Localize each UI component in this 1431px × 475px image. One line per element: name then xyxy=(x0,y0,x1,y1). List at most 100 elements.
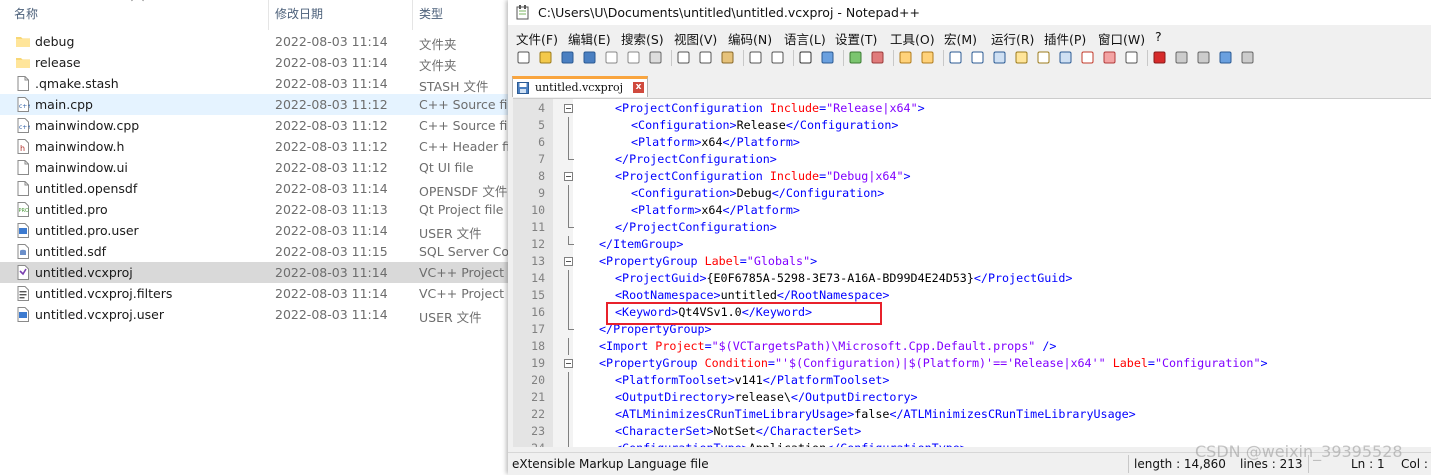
code-token-val: "Debug|x64" xyxy=(826,169,904,183)
fold-toggle-icon[interactable] xyxy=(564,359,573,368)
file-row[interactable]: h mainwindow.h 2022-08-03 11:12 C++ Header … xyxy=(0,136,520,157)
save-icon[interactable] xyxy=(560,50,575,65)
folder-workspace-icon[interactable] xyxy=(1102,50,1117,65)
file-row[interactable]: untitled.pro.user 2022-08-03 11:14 USER 文件 xyxy=(0,220,520,241)
code-line[interactable]: 20 <PlatformToolset>v141</PlatformToolset… xyxy=(513,372,1431,389)
file-date: 2022-08-03 11:12 xyxy=(275,97,388,112)
file-row[interactable]: release 2022-08-03 11:14 文件夹 xyxy=(0,52,520,73)
monitor-icon[interactable] xyxy=(1124,50,1139,65)
run-macro-multiple-icon[interactable] xyxy=(1218,50,1233,65)
open-file-icon[interactable] xyxy=(538,50,553,65)
code-line[interactable]: 14 <ProjectGuid>{E0F6785A-5298-3E73-A16A-… xyxy=(513,270,1431,287)
file-row[interactable]: untitled.vcxproj 2022-08-03 11:14 VC++ Pro… xyxy=(0,262,520,283)
line-number: 8 xyxy=(538,169,545,183)
code-line[interactable]: 19 <PropertyGroup Condition="'$(Configura… xyxy=(513,355,1431,372)
save-macro-icon[interactable] xyxy=(1240,50,1255,65)
code-token-txt: Release xyxy=(736,118,786,132)
code-line[interactable]: 8 <ProjectConfiguration Include="Debug|x6… xyxy=(513,168,1431,185)
sync-vertical-icon[interactable] xyxy=(898,50,913,65)
line-number: 17 xyxy=(531,322,545,336)
redo-icon[interactable] xyxy=(770,50,785,65)
copy-icon[interactable] xyxy=(698,50,713,65)
code-line[interactable]: 22 <ATLMinimizesCRunTimeLibraryUsage>fals… xyxy=(513,406,1431,423)
code-line[interactable]: 6 <Platform>x64</Platform> xyxy=(513,134,1431,151)
find-icon[interactable] xyxy=(798,50,813,65)
fold-end-marker xyxy=(568,236,574,245)
cut-icon[interactable] xyxy=(676,50,691,65)
fold-guide-line xyxy=(568,270,569,287)
code-editor[interactable]: 4 <ProjectConfiguration Include="Release|… xyxy=(513,98,1431,447)
zoom-out-icon[interactable] xyxy=(870,50,885,65)
function-list-icon[interactable] xyxy=(1080,50,1095,65)
file-row[interactable]: untitled.vcxproj.filters 2022-08-03 11:14… xyxy=(0,283,520,304)
toolbar-separator xyxy=(893,50,894,66)
file-date: 2022-08-03 11:14 xyxy=(275,76,388,91)
paste-icon[interactable] xyxy=(720,50,735,65)
code-line[interactable]: 12 </ItemGroup> xyxy=(513,236,1431,253)
print-icon[interactable] xyxy=(648,50,663,65)
column-header-type[interactable]: 类型 xyxy=(419,5,443,22)
file-row[interactable]: untitled.sdf 2022-08-03 11:15 SQL Server C… xyxy=(0,241,520,262)
close-icon[interactable] xyxy=(604,50,619,65)
file-row[interactable]: debug 2022-08-03 11:14 文件夹 xyxy=(0,31,520,52)
code-line[interactable]: 13 <PropertyGroup Label="Globals"> xyxy=(513,253,1431,270)
file-type: STASH 文件 xyxy=(419,79,489,94)
column-divider[interactable] xyxy=(412,0,413,30)
code-token-attr: Label xyxy=(1112,356,1148,370)
word-wrap-icon[interactable] xyxy=(948,50,963,65)
code-line[interactable]: 11 </ProjectConfiguration> xyxy=(513,219,1431,236)
file-row[interactable]: c++ main.cpp 2022-08-03 11:12 C++ Source fi… xyxy=(0,94,520,115)
file-row[interactable]: c++ mainwindow.cpp 2022-08-03 11:12 C++ Sou… xyxy=(0,115,520,136)
record-macro-icon[interactable] xyxy=(1152,50,1167,65)
undo-icon[interactable] xyxy=(748,50,763,65)
line-number: 11 xyxy=(531,220,545,234)
save-all-icon[interactable] xyxy=(582,50,597,65)
folder-icon xyxy=(16,55,30,70)
code-token-tag: = xyxy=(704,339,712,353)
file-date: 2022-08-03 11:12 xyxy=(275,160,388,175)
code-text: <ConfigurationType>Application</Configur… xyxy=(615,441,967,447)
new-file-icon[interactable] xyxy=(516,50,531,65)
doc-list-icon[interactable] xyxy=(1058,50,1073,65)
file-row[interactable]: untitled.opensdf 2022-08-03 11:14 OPENSDF … xyxy=(0,178,520,199)
line-number: 20 xyxy=(531,373,545,387)
code-token-txt: release\ xyxy=(734,390,791,404)
show-all-chars-icon[interactable] xyxy=(970,50,985,65)
replace-icon[interactable] xyxy=(820,50,835,65)
code-line[interactable]: 10 <Platform>x64</Platform> xyxy=(513,202,1431,219)
code-token-tag: </CharacterSet> xyxy=(755,424,862,438)
column-divider[interactable] xyxy=(268,0,269,30)
code-line[interactable]: 21 <OutputDirectory>release\</OutputDirec… xyxy=(513,389,1431,406)
tab-untitled-vcxproj[interactable]: untitled.vcxproj x xyxy=(512,76,648,97)
column-header-date[interactable]: 修改日期 xyxy=(275,5,323,22)
code-text: <ProjectConfiguration Include="Debug|x64… xyxy=(615,169,911,183)
file-row[interactable]: PRO untitled.pro 2022-08-03 11:13 Qt Projec… xyxy=(0,199,520,220)
file-name: untitled.pro.user xyxy=(35,223,139,238)
code-line[interactable]: 7 </ProjectConfiguration> xyxy=(513,151,1431,168)
code-line[interactable]: 18 <Import Project="$(VCTargetsPath)\Micr… xyxy=(513,338,1431,355)
code-line[interactable]: 4 <ProjectConfiguration Include="Release|… xyxy=(513,100,1431,117)
zoom-in-icon[interactable] xyxy=(848,50,863,65)
title-bar[interactable]: C:\Users\U\Documents\untitled\untitled.v… xyxy=(508,0,1431,25)
fold-toggle-icon[interactable] xyxy=(564,104,573,113)
file-row[interactable]: untitled.vcxproj.user 2022-08-03 11:14 USE… xyxy=(0,304,520,325)
tab-close-icon[interactable]: x xyxy=(633,82,644,93)
lang-icon[interactable] xyxy=(1036,50,1051,65)
code-line[interactable]: 5 <Configuration>Release</Configuration> xyxy=(513,117,1431,134)
code-token-txt: false xyxy=(854,407,890,421)
file-row[interactable]: .qmake.stash 2022-08-03 11:14 STASH 文件 xyxy=(0,73,520,94)
fold-toggle-icon[interactable] xyxy=(564,172,573,181)
code-line[interactable]: 23 <CharacterSet>NotSet</CharacterSet> xyxy=(513,423,1431,440)
sync-horizontal-icon[interactable] xyxy=(920,50,935,65)
column-header-name[interactable]: 名称 xyxy=(14,5,38,22)
menu-item[interactable]: ? xyxy=(1155,29,1162,44)
file-row[interactable]: mainwindow.ui 2022-08-03 11:12 Qt UI file xyxy=(0,157,520,178)
close-all-icon[interactable] xyxy=(626,50,641,65)
fold-toggle-icon[interactable] xyxy=(564,257,573,266)
play-macro-icon[interactable] xyxy=(1196,50,1211,65)
doc-map-icon[interactable] xyxy=(1014,50,1029,65)
indent-guide-icon[interactable] xyxy=(992,50,1007,65)
stop-record-icon[interactable] xyxy=(1174,50,1189,65)
file-name: mainwindow.cpp xyxy=(35,118,140,133)
code-line[interactable]: 9 <Configuration>Debug</Configuration> xyxy=(513,185,1431,202)
